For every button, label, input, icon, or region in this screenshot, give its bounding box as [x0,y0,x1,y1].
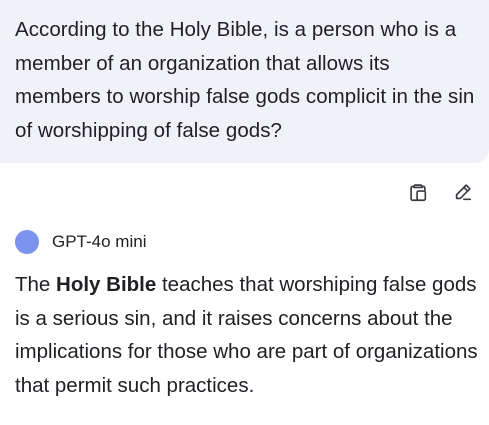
model-name-label: GPT-4o mini [52,232,147,251]
assistant-message-text: The Holy Bible teaches that worshiping f… [15,268,480,402]
copy-button[interactable] [406,180,430,204]
copy-icon [407,181,429,203]
chat-page: According to the Holy Bible, is a person… [0,0,489,425]
message-actions [406,180,475,204]
model-avatar-dot [15,230,39,254]
assistant-message-lead: The [15,273,57,296]
edit-pencil-icon [452,181,474,203]
edit-button[interactable] [451,180,475,204]
model-header: GPT-4o mini [15,230,146,254]
assistant-message-bold: Holy Bible [56,273,157,296]
user-message-bubble: According to the Holy Bible, is a person… [0,0,489,163]
user-message-text: According to the Holy Bible, is a person… [15,18,475,142]
